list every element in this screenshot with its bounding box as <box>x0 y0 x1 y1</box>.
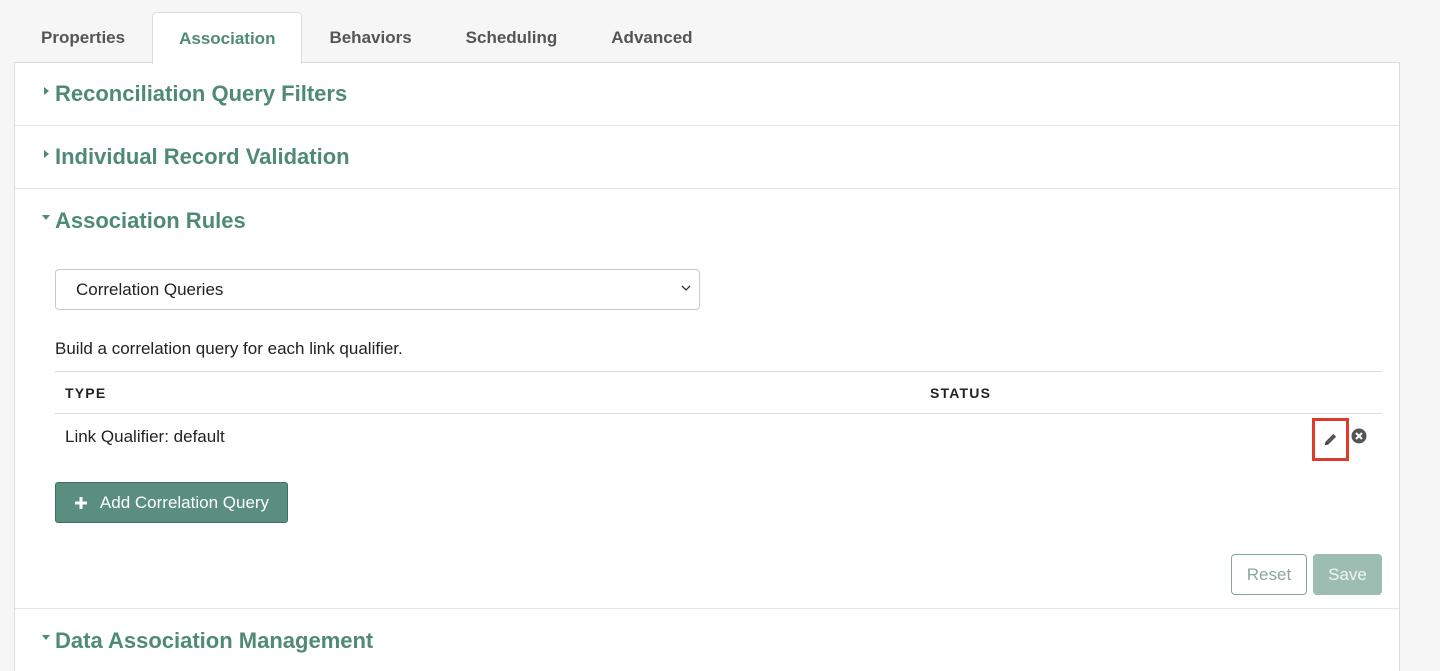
tab-advanced[interactable]: Advanced <box>584 12 719 63</box>
plus-icon <box>74 496 87 509</box>
association-rule-select[interactable]: Correlation Queries <box>55 269 700 310</box>
caret-down-icon <box>37 209 55 227</box>
section-association-rules[interactable]: Association Rules <box>15 189 1399 252</box>
section-title: Data Association Management <box>55 627 374 653</box>
section-title: Association Rules <box>55 207 246 233</box>
caret-right-icon <box>37 82 55 100</box>
column-header-status: STATUS <box>930 385 992 401</box>
tab-behaviors[interactable]: Behaviors <box>302 12 438 63</box>
section-individual-record-validation[interactable]: Individual Record Validation <box>15 126 1399 189</box>
association-panel: Reconciliation Query Filters Individual … <box>14 62 1400 671</box>
section-title: Individual Record Validation <box>55 144 350 169</box>
caret-right-icon <box>37 145 55 163</box>
caret-down-icon <box>37 629 55 647</box>
correlation-query-table: TYPE STATUS Link Qualifier: default <box>55 371 1382 461</box>
add-button-label: Add Correlation Query <box>99 492 270 512</box>
section-reconciliation-query-filters[interactable]: Reconciliation Query Filters <box>15 63 1399 126</box>
row-type: Link Qualifier: default <box>65 427 225 446</box>
edit-button[interactable] <box>1312 418 1349 461</box>
correlation-description: Build a correlation query for each link … <box>55 339 403 358</box>
tab-scheduling[interactable]: Scheduling <box>439 12 585 63</box>
column-header-type: TYPE <box>65 385 107 401</box>
save-button[interactable]: Save <box>1313 554 1382 595</box>
pencil-icon <box>1324 433 1337 446</box>
select-value: Correlation Queries <box>76 279 224 299</box>
tab-association[interactable]: Association <box>152 12 303 64</box>
section-title: Reconciliation Query Filters <box>55 81 348 106</box>
chevron-down-icon <box>681 285 691 291</box>
add-correlation-query-button[interactable]: Add Correlation Query <box>55 482 288 523</box>
close-circle-icon <box>1351 428 1367 444</box>
tab-bar: Properties Association Behaviors Schedul… <box>14 12 720 64</box>
table-row: Link Qualifier: default <box>55 414 1382 461</box>
table-header: TYPE STATUS <box>55 371 1382 414</box>
delete-button[interactable] <box>1351 428 1367 444</box>
tab-properties[interactable]: Properties <box>14 12 152 63</box>
reset-button[interactable]: Reset <box>1231 554 1307 595</box>
section-data-association-management[interactable]: Data Association Management <box>15 609 1399 671</box>
